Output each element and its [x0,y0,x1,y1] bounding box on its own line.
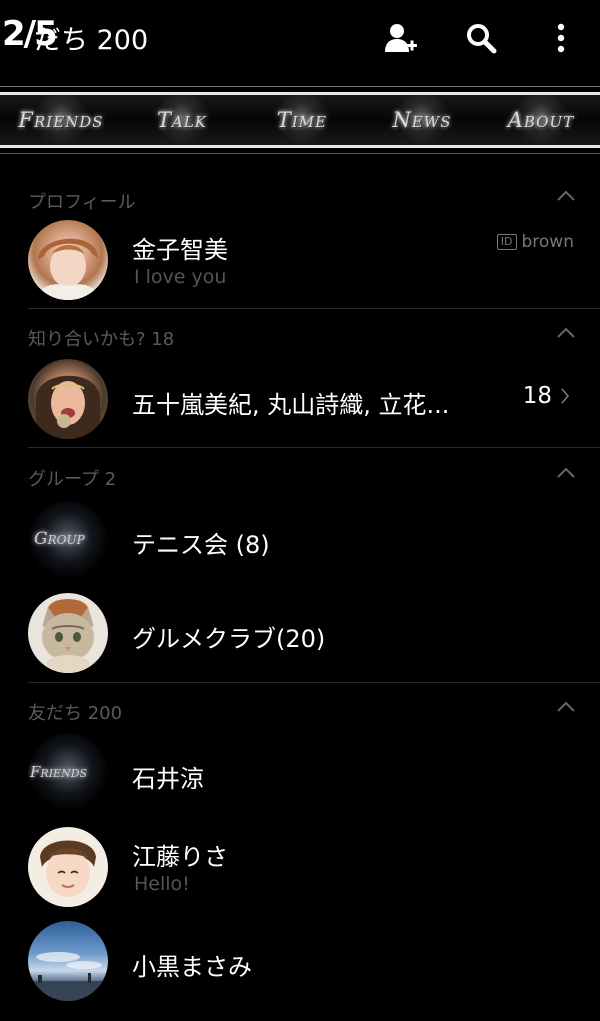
profile-section-header[interactable]: プロフィール [0,178,600,222]
collapse-chevron-icon[interactable] [556,699,576,718]
friends-logo-text: Friends [30,763,88,781]
top-bar: だち 200 2/5 [0,0,600,76]
tab-time[interactable]: Time [242,93,362,147]
more-icon[interactable] [541,18,581,58]
add-friend-icon[interactable] [380,18,420,58]
profile-status: I love you [134,266,227,288]
group-row[interactable]: グルメクラブ(20) [0,589,600,681]
tab-talk[interactable]: Talk [122,93,242,147]
groups-section-label: グループ 2 [28,469,117,490]
friend-row[interactable]: 小黒まさみ [0,915,600,1011]
friend-status: Hello! [134,873,190,895]
tab-talk-label: Talk [156,108,207,132]
friends-section-label: 友だち 200 [28,703,123,724]
suggested-section-header[interactable]: 知り合いかも? 18 [0,315,600,359]
search-icon[interactable] [461,18,501,58]
suggested-count-value: 18 [522,383,552,409]
collapse-chevron-icon[interactable] [556,465,576,484]
friend-name: 江藤りさ [132,843,228,871]
page-indicator: 2/5 [2,14,58,54]
suggested-names: 五十嵐美紀, 丸山詩織, 立花... [132,391,450,419]
friend-row[interactable]: 江藤りさ Hello! [0,821,600,913]
friend-row[interactable]: Friends 石井涼 [0,729,600,819]
group-name: テニス会 (8) [132,531,270,559]
tab-friends[interactable]: Friends [0,93,122,147]
profile-name: 金子智美 [132,236,228,264]
friend-name: 石井涼 [132,765,204,793]
divider [28,682,600,683]
suggested-count[interactable]: 18 [523,383,570,409]
groups-section-header[interactable]: グループ 2 [0,455,600,499]
tab-about[interactable]: About [482,93,600,147]
avatar[interactable] [28,827,108,907]
id-badge: ID [496,234,517,250]
avatar[interactable] [28,220,108,300]
avatar[interactable] [28,359,108,439]
tab-friends-label: Friends [18,108,104,132]
profile-section-label: プロフィール [28,192,136,213]
tab-bar: Friends Talk Time News About [0,86,600,154]
group-logo-icon[interactable]: Group [28,501,108,581]
id-value: brown [521,232,575,252]
id-tag: ID brown [496,232,575,252]
group-row[interactable]: Group テニス会 (8) [0,495,600,587]
profile-row[interactable]: 金子智美 I love you ID brown [0,218,600,308]
tab-news-label: News [392,108,452,132]
friend-name: 小黒まさみ [132,953,252,981]
group-name: グルメクラブ(20) [132,625,326,653]
tab-about-label: About [507,108,575,132]
tab-time-label: Time [276,108,328,132]
tab-news[interactable]: News [362,93,482,147]
friends-section-header[interactable]: 友だち 200 [0,689,600,733]
suggested-section-label: 知り合いかも? 18 [28,329,175,350]
collapse-chevron-icon[interactable] [556,188,576,207]
divider [28,447,600,448]
avatar[interactable] [28,593,108,673]
group-logo-text: Group [34,529,85,549]
chevron-right-icon [561,388,570,404]
friends-logo-icon[interactable]: Friends [28,733,108,813]
suggested-friends-row[interactable]: 五十嵐美紀, 丸山詩織, 立花... 18 [0,357,600,447]
collapse-chevron-icon[interactable] [556,325,576,344]
divider [28,308,600,309]
avatar[interactable] [28,921,108,1001]
